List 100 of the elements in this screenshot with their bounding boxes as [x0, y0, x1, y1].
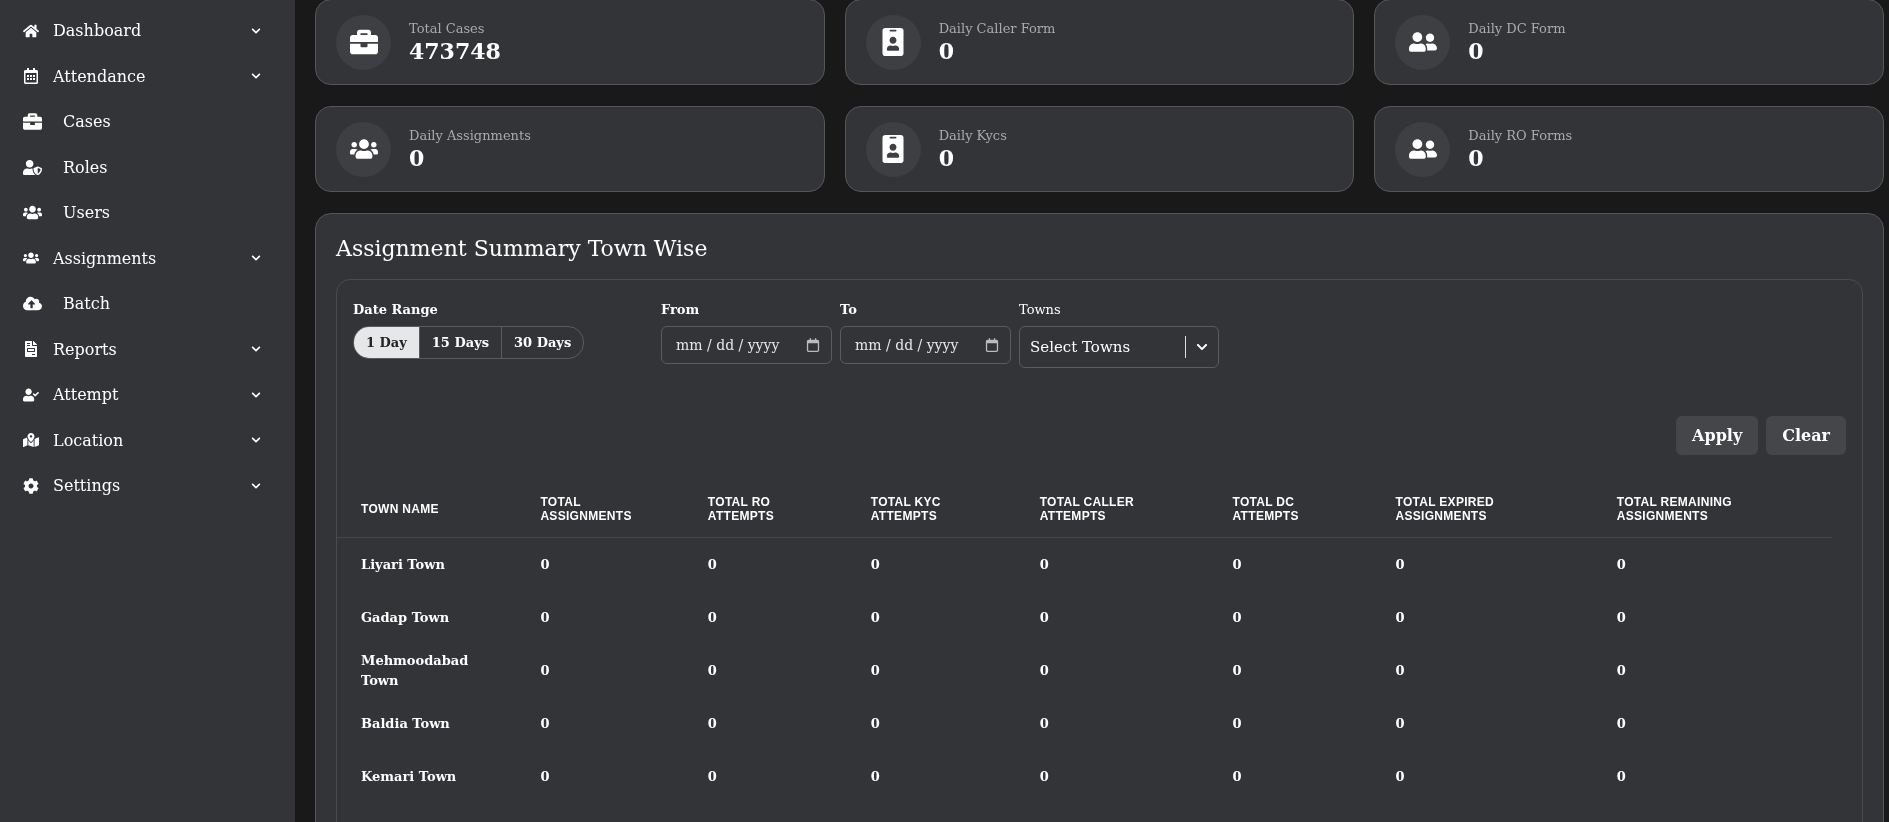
town-name: Mehmoodabad Town: [360, 652, 470, 690]
table-cell-text: 0: [1038, 662, 1050, 680]
stat-label: Daily Caller Form: [938, 20, 1056, 36]
users-icon: [23, 250, 39, 267]
table-cell-text: 0: [1394, 609, 1406, 627]
stat-value: 0: [1468, 144, 1485, 171]
stat-label: Total Cases: [409, 20, 486, 36]
chevron-icon: [251, 480, 261, 491]
table-cell-text: 0: [1615, 609, 1627, 627]
stat-label: Daily Assignments: [409, 127, 531, 143]
town-name: Kemari Town: [360, 767, 458, 786]
table-cell: 0: [516, 537, 684, 591]
stat-label: Daily Kycs: [938, 127, 1007, 143]
sidebar-item[interactable]: Users: [0, 190, 295, 236]
table-cell-text: 0: [1615, 768, 1627, 786]
range-option[interactable]: 30 Days: [502, 327, 584, 358]
town-name: Gadap Town: [360, 608, 451, 627]
briefcase-icon: [349, 28, 378, 56]
table-cell-text: 0: [1394, 768, 1406, 786]
table-cell-text: 0: [539, 768, 551, 786]
sidebar-item[interactable]: Roles: [0, 144, 295, 190]
stat-value: 0: [938, 37, 955, 64]
panel-title: Assignment Summary Town Wise: [336, 236, 709, 261]
table-cell-text: 0: [1038, 609, 1050, 627]
table-cell: 0: [1015, 537, 1209, 591]
action-button[interactable]: Apply: [1676, 416, 1759, 455]
table-cell-text: 0: [1394, 662, 1406, 680]
table-cell-text: 0: [539, 662, 551, 680]
table-cell-text: 0: [706, 609, 718, 627]
stat-label: Daily RO Forms: [1468, 127, 1573, 143]
home-icon: [23, 22, 39, 39]
column-header: TOTAL RO ATTEMPTS: [683, 473, 847, 538]
table-cell-text: 0: [869, 662, 881, 680]
table-cell-text: 0: [1615, 662, 1627, 680]
sidebar-item[interactable]: Reports: [0, 326, 295, 372]
column-header: TOTAL REMAINING ASSIGNMENTS: [1592, 473, 1832, 538]
calendar-icon: [806, 338, 820, 352]
field-label: Towns: [1019, 302, 1062, 317]
sidebar-item[interactable]: Location: [0, 417, 295, 463]
gear-icon: [23, 477, 39, 494]
sidebar-item[interactable]: Cases: [0, 99, 295, 145]
sidebar-item[interactable]: Batch: [0, 281, 295, 327]
sidebar-item[interactable]: Dashboard: [0, 8, 295, 54]
table-cell: 0: [683, 537, 847, 591]
table-cell-text: 0: [1231, 609, 1243, 627]
table-cell-text: 0: [1038, 768, 1050, 786]
table-cell-text: 0: [1231, 662, 1243, 680]
sidebar-item[interactable]: Assignments: [0, 235, 295, 281]
towns-select[interactable]: Select Towns: [1019, 326, 1219, 368]
column-header: TOTAL EXPIRED ASSIGNMENTS: [1371, 473, 1593, 538]
table-cell-text: 0: [869, 609, 881, 627]
table-cell: 0: [1208, 537, 1372, 591]
table-cell-text: 0: [869, 768, 881, 786]
column-header: TOTAL ASSIGNMENTS: [516, 473, 684, 538]
table-cell-text: 0: [539, 609, 551, 627]
town-name: Baldia Town: [360, 714, 451, 733]
user-shield-icon: [23, 157, 42, 177]
column-header: TOTAL CALLER ATTEMPTS: [1015, 473, 1209, 538]
document-icon: [23, 341, 39, 358]
stat-value: 0: [409, 144, 426, 171]
range-option[interactable]: 1 Day: [354, 327, 420, 358]
table-cell: 0: [1371, 537, 1593, 591]
table-cell-text: 0: [706, 768, 718, 786]
sidebar-item[interactable]: Attendance: [0, 53, 295, 99]
chevron-icon: [1196, 341, 1208, 353]
calendar-icon: [985, 338, 999, 352]
town-name: Liyari Town: [337, 537, 517, 591]
table-cell-text: 0: [706, 662, 718, 680]
chevron-icon: [251, 25, 261, 36]
table-cell: 0: [1592, 537, 1832, 591]
range-option[interactable]: 15 Days: [419, 327, 502, 358]
date-field[interactable]: mm / dd / yyyy: [840, 326, 1011, 364]
table-cell-text: 0: [706, 715, 718, 733]
field-label: To: [840, 302, 858, 317]
sidebar-item[interactable]: Attempt: [0, 372, 295, 418]
stat-value: 0: [938, 144, 955, 171]
sidebar-item[interactable]: Settings: [0, 463, 295, 509]
field-label: Date Range: [353, 302, 439, 317]
date-field[interactable]: mm / dd / yyyy: [661, 326, 832, 364]
table-cell-text: 0: [1038, 715, 1050, 733]
stat-label: Daily DC Form: [1468, 20, 1566, 36]
column-header: TOTAL KYC ATTEMPTS: [846, 473, 1016, 538]
stat-value: 473748: [409, 37, 501, 64]
briefcase-icon: [23, 112, 42, 132]
table-cell-text: 0: [1231, 768, 1243, 786]
table-cell-text: 0: [1394, 715, 1406, 733]
stat-value: 0: [1468, 37, 1485, 64]
table-cell-text: 0: [1231, 715, 1243, 733]
table-cell: 0: [846, 537, 1016, 591]
column-header: TOWN NAME: [337, 473, 517, 538]
table-cell-text: 0: [869, 715, 881, 733]
action-button[interactable]: Clear: [1766, 416, 1846, 455]
chevron-icon: [251, 389, 261, 400]
map-pin-icon: [23, 432, 39, 449]
user-check-icon: [23, 386, 39, 403]
table-cell-text: 0: [1615, 715, 1627, 733]
calendar-icon: [23, 68, 39, 85]
field-label: From: [661, 302, 701, 317]
table-cell-text: 0: [539, 715, 551, 733]
column-header: TOTAL DC ATTEMPTS: [1208, 473, 1372, 538]
